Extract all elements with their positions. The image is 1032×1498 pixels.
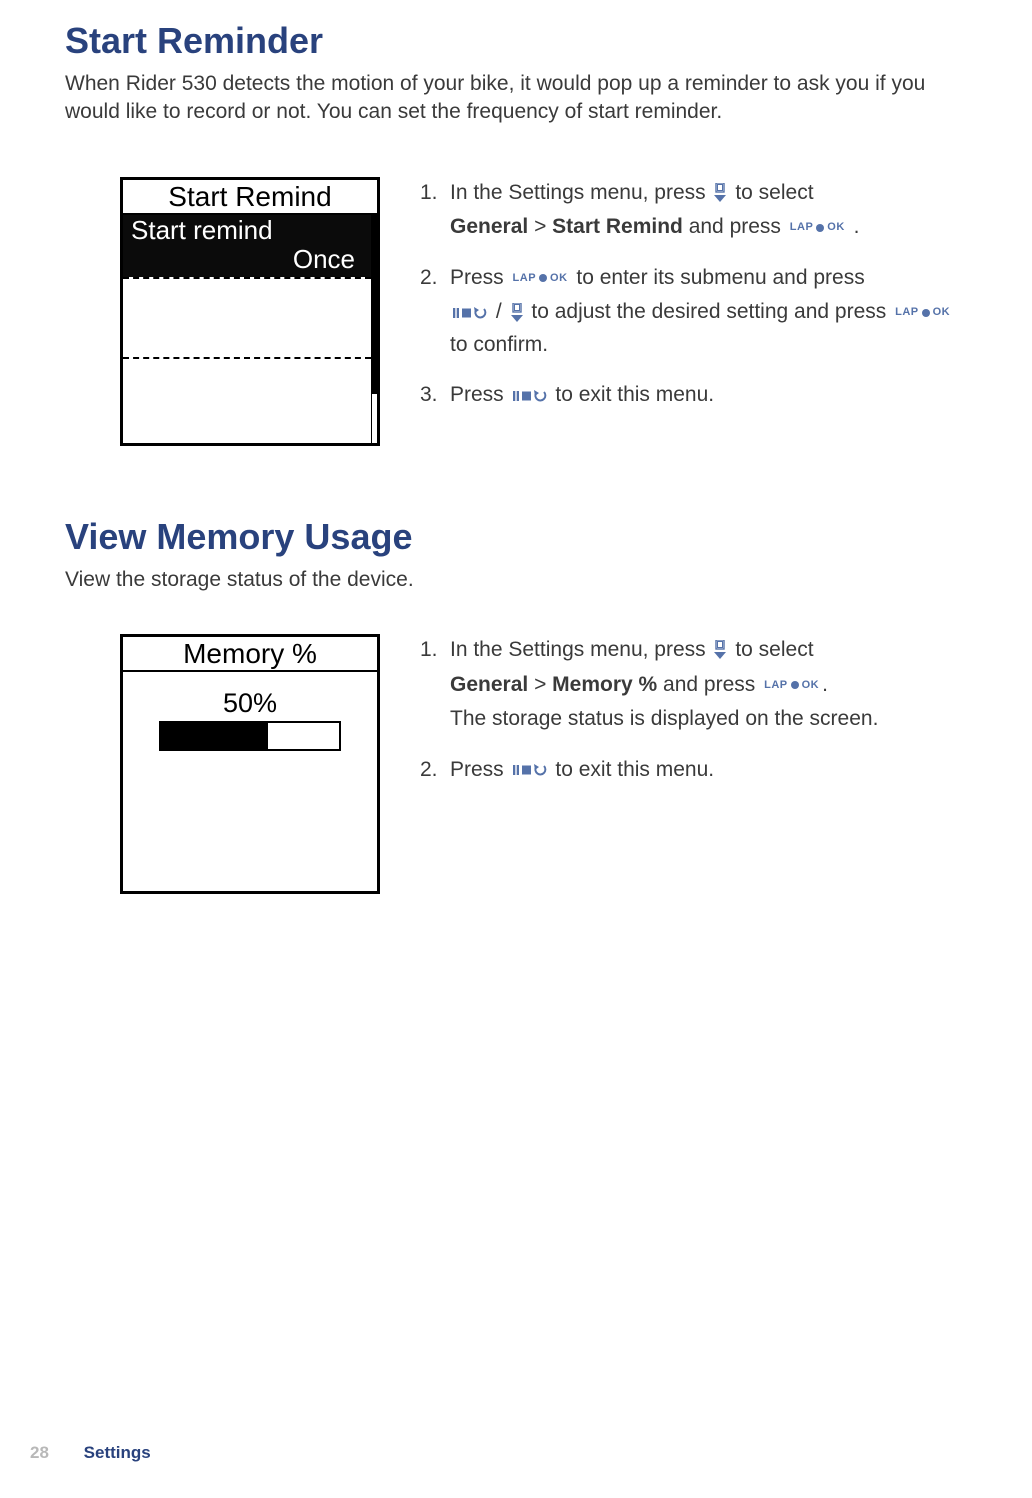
step-text: . bbox=[854, 215, 860, 238]
page-down-icon bbox=[510, 303, 524, 323]
lap-ok-icon: LAP OK bbox=[895, 304, 950, 321]
step-text: In the Settings menu, press bbox=[450, 181, 706, 204]
page-number: 28 bbox=[30, 1443, 49, 1462]
ok-label: OK bbox=[802, 677, 820, 694]
step-2: 2. Press LAP OK to enter its submenu and… bbox=[420, 262, 962, 362]
device-screen-start-remind: Start Remind Start remind Once bbox=[120, 177, 380, 446]
ok-label: OK bbox=[550, 270, 568, 287]
intro-start-reminder: When Rider 530 detects the motion of you… bbox=[65, 70, 962, 127]
step-text: to enter its submenu and press bbox=[576, 266, 864, 289]
step-text: and press bbox=[663, 673, 755, 696]
row-start-reminder: Start Remind Start remind Once 1. In the… bbox=[65, 177, 962, 446]
ok-label: OK bbox=[933, 304, 951, 321]
step-text: . bbox=[822, 673, 828, 696]
footer-section: Settings bbox=[84, 1443, 151, 1462]
path-separator: > bbox=[534, 673, 546, 696]
page-down-icon bbox=[713, 183, 727, 203]
step-number: 2. bbox=[420, 754, 442, 787]
lap-label: LAP bbox=[513, 270, 537, 287]
intro-memory-usage: View the storage status of the device. bbox=[65, 566, 962, 594]
step-text: and press bbox=[689, 215, 781, 238]
record-dot-icon bbox=[539, 274, 547, 282]
step-2: 2. Press to exit this menu. bbox=[420, 754, 962, 787]
step-text: Press bbox=[450, 758, 504, 781]
steps-memory-usage: 1. In the Settings menu, press to select… bbox=[420, 634, 962, 894]
step-text: to adjust the desired setting and press bbox=[531, 300, 886, 323]
path-start-remind: Start Remind bbox=[552, 215, 683, 238]
step-1: 1. In the Settings menu, press to select… bbox=[420, 634, 962, 736]
memory-progress-fill bbox=[161, 723, 268, 749]
pause-stop-back-icon bbox=[513, 390, 547, 402]
memory-value: 50% bbox=[123, 688, 377, 719]
step-1: 1. In the Settings menu, press to select… bbox=[420, 177, 962, 244]
lap-label: LAP bbox=[790, 219, 814, 236]
scrollbar-thumb bbox=[371, 214, 377, 394]
steps-start-reminder: 1. In the Settings menu, press to select… bbox=[420, 177, 962, 446]
section-title-start-reminder: Start Reminder bbox=[65, 20, 962, 62]
device-row-highlight: Start remind Once bbox=[123, 215, 371, 277]
device-divider bbox=[123, 277, 371, 279]
path-general: General bbox=[450, 673, 528, 696]
step-number: 3. bbox=[420, 379, 442, 412]
step-text: to select bbox=[735, 638, 813, 661]
record-dot-icon bbox=[816, 224, 824, 232]
section-title-memory-usage: View Memory Usage bbox=[65, 516, 962, 558]
ok-label: OK bbox=[827, 219, 845, 236]
device-row-value: Once bbox=[131, 244, 363, 275]
lap-label: LAP bbox=[764, 677, 788, 694]
step-text: to confirm. bbox=[450, 333, 548, 356]
path-separator: > bbox=[534, 215, 546, 238]
lap-label: LAP bbox=[895, 304, 919, 321]
lap-ok-icon: LAP OK bbox=[790, 219, 845, 236]
pause-stop-back-icon bbox=[513, 764, 547, 776]
record-dot-icon bbox=[922, 309, 930, 317]
step-text: to exit this menu. bbox=[555, 758, 714, 781]
step-text: In the Settings menu, press bbox=[450, 638, 706, 661]
path-general: General bbox=[450, 215, 528, 238]
step-number: 2. bbox=[420, 262, 442, 362]
row-memory-usage: Memory % 50% 1. In the Settings menu, pr… bbox=[65, 634, 962, 894]
memory-progress-bar bbox=[159, 721, 341, 751]
step-text: Press bbox=[450, 383, 504, 406]
step-number: 1. bbox=[420, 634, 442, 736]
record-dot-icon bbox=[791, 681, 799, 689]
device-screen-memory: Memory % 50% bbox=[120, 634, 380, 894]
device-header: Start Remind bbox=[123, 180, 377, 215]
device-row-label: Start remind bbox=[131, 215, 363, 246]
step-text: The storage status is displayed on the s… bbox=[450, 703, 878, 736]
path-memory: Memory % bbox=[552, 673, 657, 696]
step-number: 1. bbox=[420, 177, 442, 244]
page-down-icon bbox=[713, 640, 727, 660]
device-divider bbox=[123, 357, 371, 359]
lap-ok-icon: LAP OK bbox=[764, 677, 819, 694]
step-text: Press bbox=[450, 266, 504, 289]
step-text: / bbox=[496, 300, 502, 323]
step-3: 3. Press to exit this menu. bbox=[420, 379, 962, 412]
page-footer: 28 Settings bbox=[30, 1443, 151, 1463]
pause-stop-back-icon bbox=[453, 307, 487, 319]
lap-ok-icon: LAP OK bbox=[513, 270, 568, 287]
device-header: Memory % bbox=[123, 637, 377, 672]
step-text: to select bbox=[735, 181, 813, 204]
step-text: to exit this menu. bbox=[555, 383, 714, 406]
